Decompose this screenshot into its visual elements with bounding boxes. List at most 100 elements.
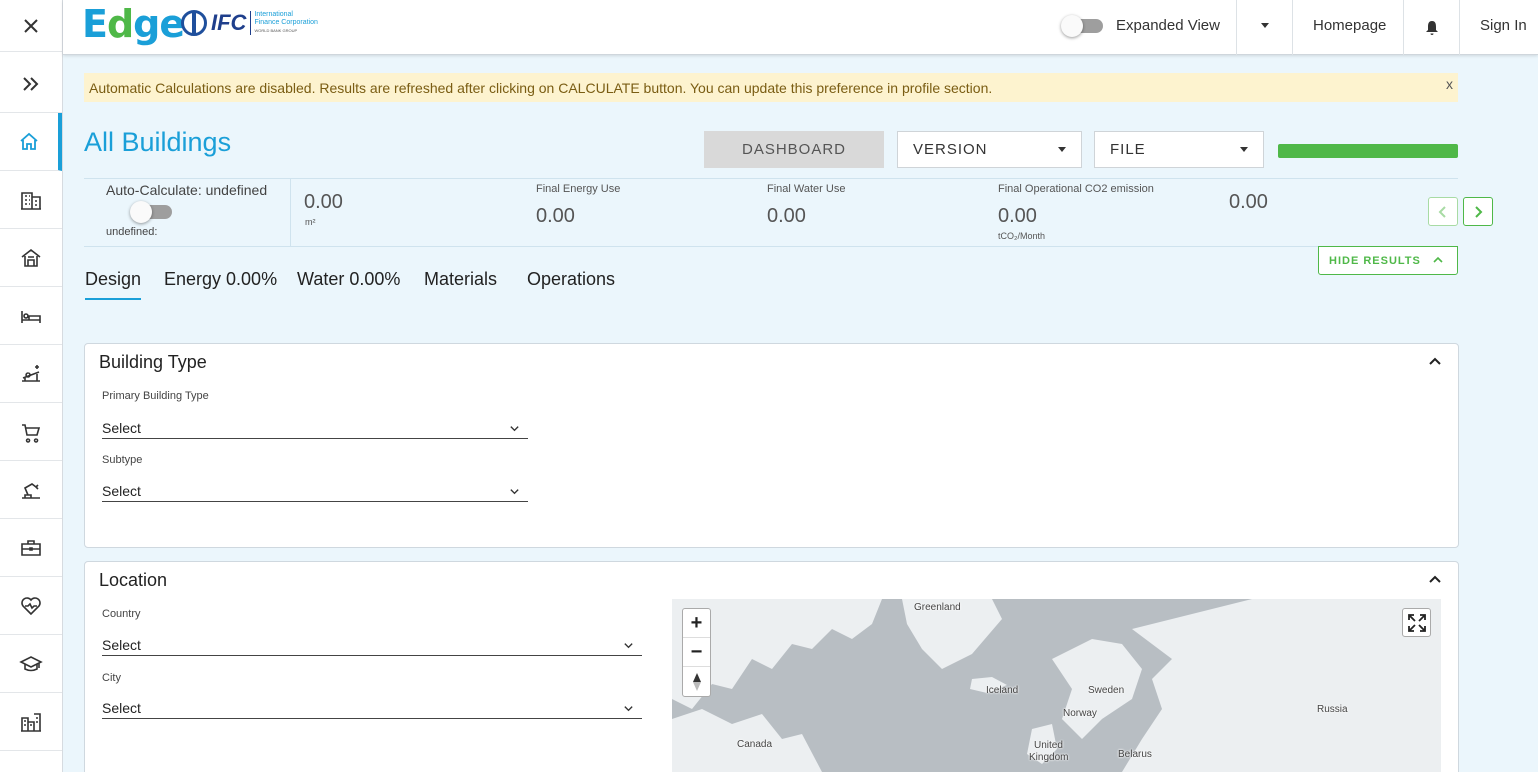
heart-pulse-icon [21,596,41,615]
chevron-up-icon[interactable] [1428,572,1442,586]
map-label-russia: Russia [1317,704,1348,715]
nav-homes[interactable] [0,229,62,287]
zoom-out-button[interactable]: − [683,638,710,667]
country-select[interactable]: Select [102,634,642,656]
caret-down-icon [1058,147,1066,152]
subtype-select[interactable]: Select [102,480,528,502]
co2-value: 0.00 [998,205,1037,227]
globe-icon [181,10,207,36]
auto-calc-sub: undefined: [106,226,158,238]
robot-arm-icon [22,482,40,499]
location-map[interactable]: Greenland Iceland Sweden Norway Russia C… [672,599,1441,772]
dashboard-button[interactable]: DASHBOARD [704,131,884,168]
expand-nav-button[interactable] [0,55,62,113]
tab-materials[interactable]: Materials [424,269,497,290]
graduation-cap-icon [19,655,43,671]
co2-label: Final Operational CO2 emission [998,183,1154,195]
tab-energy[interactable]: Energy 0.00% [164,269,277,290]
double-chevron-right-icon [23,76,39,91]
map-label-norway: Norway [1063,708,1097,719]
shopping-cart-icon [22,423,41,443]
close-icon [24,18,38,33]
area-value: 0.00 [304,191,343,213]
compass-icon [692,672,701,691]
chevron-down-icon [624,706,633,712]
caret-down-icon [1240,147,1248,152]
edge-logo[interactable]: Edge [82,2,185,46]
energy-label: Final Energy Use [536,183,621,195]
briefcase-icon [21,539,41,556]
compass-button[interactable] [683,667,710,696]
zoom-in-button[interactable]: + [683,609,710,638]
chevron-up-icon [1433,256,1443,263]
nav-industrial[interactable] [0,461,62,519]
close-nav-button[interactable] [0,0,62,52]
chevron-up-icon[interactable] [1428,354,1442,368]
hide-results-button[interactable]: HIDE RESULTS [1318,246,1458,275]
nav-health[interactable] [0,577,62,635]
results-strip: Auto-Calculate: undefined undefined: 0.0… [84,178,1458,247]
area-unit: m² [305,217,316,227]
nav-offices[interactable] [0,519,62,577]
expanded-view-toggle[interactable] [1061,15,1103,37]
nav-mixed-use[interactable] [0,693,62,751]
map-label-canada: Canada [737,739,773,750]
city-label: City [102,672,121,684]
auto-calc-label: Auto-Calculate: undefined [106,182,268,198]
banner-close-button[interactable]: x [1446,76,1453,92]
chevron-right-icon [1475,205,1483,218]
apartment-building-icon [21,191,41,210]
chevron-down-icon [510,489,519,495]
water-value: 0.00 [767,205,806,227]
primary-type-select[interactable]: Select [102,417,528,439]
energy-value: 0.00 [536,205,575,227]
auto-calc-banner: Automatic Calculations are disabled. Res… [84,73,1458,102]
page-title: All Buildings [84,127,232,157]
nav-hospitals[interactable] [0,345,62,403]
tab-operations[interactable]: Operations [527,269,615,290]
card-title: Location [99,570,168,590]
homepage-link[interactable]: Homepage [1313,17,1386,34]
country-label: Country [102,608,141,620]
header-menu-dropdown[interactable] [1237,0,1292,55]
hospital-bed-icon [22,364,40,382]
tab-water[interactable]: Water 0.00% [297,269,400,290]
chevron-left-icon [1438,205,1446,218]
nav-hotels[interactable] [0,287,62,345]
map-label-belarus: Belarus [1118,749,1152,760]
sign-in-link[interactable]: Sign In [1480,17,1527,34]
results-prev-button[interactable] [1428,197,1458,226]
chevron-down-icon [624,643,633,649]
map-label-uk-2: Kingdom [1029,752,1069,763]
fullscreen-icon [1407,613,1426,632]
map-label-sweden: Sweden [1088,685,1125,696]
notifications-button[interactable] [1404,0,1459,55]
map-label-greenland: Greenland [914,602,961,613]
nav-home[interactable] [0,113,62,171]
progress-bar [1278,144,1458,158]
tab-design[interactable]: Design [85,269,142,300]
banner-message: Automatic Calculations are disabled. Res… [89,80,993,96]
results-next-button[interactable] [1463,197,1493,226]
nav-buildings[interactable] [0,171,62,229]
bell-icon [1425,20,1438,35]
card-title: Building Type [99,352,207,372]
file-dropdown[interactable]: FILE [1094,131,1264,168]
map-label-uk-1: United [1034,740,1063,751]
side-nav-rail [0,0,63,772]
auto-calc-toggle[interactable] [130,201,172,223]
building-type-card: Building Type Primary Building Type Sele… [84,343,1459,548]
nav-retail[interactable] [0,403,62,461]
city-select[interactable]: Select [102,697,642,719]
city-buildings-icon [21,712,41,732]
map-zoom-controls: + − [682,608,711,697]
home-icon [20,132,38,150]
bed-icon [21,310,41,323]
house-icon [21,248,41,267]
water-label: Final Water Use [767,183,846,195]
nav-education[interactable] [0,635,62,693]
extra-value: 0.00 [1229,191,1268,213]
chevron-down-icon [510,426,519,432]
version-dropdown[interactable]: VERSION [897,131,1082,168]
map-fullscreen-button[interactable] [1402,608,1431,637]
